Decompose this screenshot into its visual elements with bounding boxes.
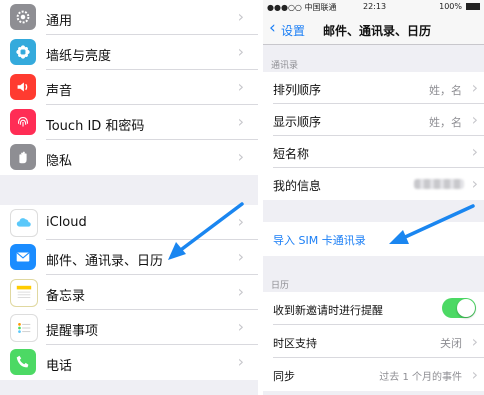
chevron-right-icon: ›	[237, 42, 244, 61]
row-value: 过去 1 个月的事件	[379, 372, 462, 383]
annotation-arrow	[389, 204, 475, 244]
navigation-bar: ‹ 设置 邮件、通讯录、日历	[263, 14, 484, 45]
chevron-right-icon: ›	[471, 174, 478, 193]
chevron-right-icon: ›	[237, 77, 244, 96]
chevron-right-icon: ›	[237, 112, 244, 131]
chevron-right-icon: ›	[471, 332, 478, 351]
contacts-row-my-info[interactable]: 我的信息 ›	[263, 168, 484, 200]
contacts-section-header: 通讯录	[271, 61, 299, 71]
clock-label: 22:13	[363, 2, 387, 11]
calendar-section-header: 日历	[271, 281, 290, 291]
settings-row-label: 隐私	[46, 154, 73, 169]
row-label: 排列顺序	[273, 83, 322, 97]
new-invite-alerts-toggle[interactable]	[442, 298, 476, 318]
row-label: 时区支持	[273, 337, 317, 350]
row-value: 姓，名	[429, 116, 462, 129]
fingerprint-icon	[10, 109, 36, 135]
settings-row-label: 邮件、通讯录、日历	[46, 254, 164, 269]
row-label: 同步	[273, 370, 295, 383]
chevron-right-icon: ›	[237, 282, 244, 301]
chevron-right-icon: ›	[237, 147, 244, 166]
battery-percent: 100%	[439, 2, 462, 11]
import-sim-label: 导入 SIM 卡通讯录	[273, 234, 366, 247]
settings-row-label: 墙纸与亮度	[46, 49, 112, 64]
row-label: 我的信息	[273, 179, 322, 193]
chevron-right-icon: ›	[237, 7, 244, 26]
page-title: 邮件、通讯录、日历	[323, 24, 432, 38]
settings-row-sounds[interactable]: 声音 ›	[0, 70, 258, 105]
settings-row-label: Touch ID 和密码	[46, 119, 145, 134]
row-value: 关闭	[440, 337, 462, 350]
cloud-icon	[10, 209, 38, 237]
settings-row-privacy[interactable]: 隐私 ›	[0, 140, 258, 175]
chevron-right-icon: ›	[237, 317, 244, 336]
contacts-row-sort-order[interactable]: 排列顺序 姓，名 ›	[263, 72, 484, 104]
chevron-right-icon: ›	[471, 78, 478, 97]
chevron-right-icon: ›	[471, 142, 478, 161]
settings-row-label: 提醒事项	[46, 324, 99, 339]
calendar-row-new-invite-alerts[interactable]: 收到新邀请时进行提醒	[263, 292, 484, 325]
settings-row-label: 通用	[46, 14, 73, 29]
back-chevron-icon[interactable]: ‹	[269, 18, 276, 38]
chevron-right-icon: ›	[471, 110, 478, 129]
settings-row-label: iCloud	[46, 215, 87, 230]
row-label: 短名称	[273, 147, 310, 161]
status-bar: ●●●○○ 中国联通 22:13 100%	[263, 0, 484, 14]
calendar-row-time-zone-support[interactable]: 时区支持 关闭 ›	[263, 325, 484, 358]
toggle-knob	[457, 299, 475, 317]
settings-row-phone[interactable]: 电话 ›	[0, 345, 258, 380]
hand-icon	[10, 144, 36, 170]
gear-icon	[10, 4, 36, 30]
speaker-icon	[10, 74, 36, 100]
mail-icon	[10, 244, 36, 270]
chevron-right-icon: ›	[237, 352, 244, 371]
settings-row-notes[interactable]: 备忘录 ›	[0, 275, 258, 310]
settings-row-reminders[interactable]: 提醒事项 ›	[0, 310, 258, 345]
row-label: 收到新邀请时进行提醒	[273, 304, 383, 317]
row-value: 姓，名	[429, 84, 462, 97]
settings-row-general[interactable]: 通用 ›	[0, 0, 258, 35]
settings-row-wallpaper[interactable]: 墙纸与亮度 ›	[0, 35, 258, 70]
reminders-icon	[10, 314, 38, 342]
contacts-row-short-name[interactable]: 短名称 ›	[263, 136, 484, 168]
row-label: 显示顺序	[273, 115, 322, 129]
phone-icon	[10, 349, 36, 375]
annotation-arrow	[168, 202, 244, 260]
settings-list-pane: 通用 › 墙纸与亮度 › 声音 › Touch ID 和密码 › 隐私 › iC…	[0, 0, 258, 395]
settings-row-label: 备忘录	[46, 289, 86, 304]
back-button[interactable]: 设置	[281, 22, 305, 39]
calendar-row-sync[interactable]: 同步 过去 1 个月的事件 ›	[263, 358, 484, 391]
chevron-right-icon: ›	[471, 365, 478, 384]
settings-row-label: 电话	[46, 359, 73, 374]
carrier-label: ●●●○○ 中国联通	[267, 3, 337, 12]
mail-contacts-calendar-pane: ●●●○○ 中国联通 22:13 100% ‹ 设置 邮件、通讯录、日历 通讯录…	[263, 0, 484, 395]
notes-icon	[10, 279, 38, 307]
redacted-value	[414, 179, 464, 189]
settings-row-touch-id[interactable]: Touch ID 和密码 ›	[0, 105, 258, 140]
battery-icon	[466, 3, 480, 10]
settings-row-label: 声音	[46, 84, 73, 99]
contacts-row-display-order[interactable]: 显示顺序 姓，名 ›	[263, 104, 484, 136]
flower-icon	[10, 39, 36, 65]
